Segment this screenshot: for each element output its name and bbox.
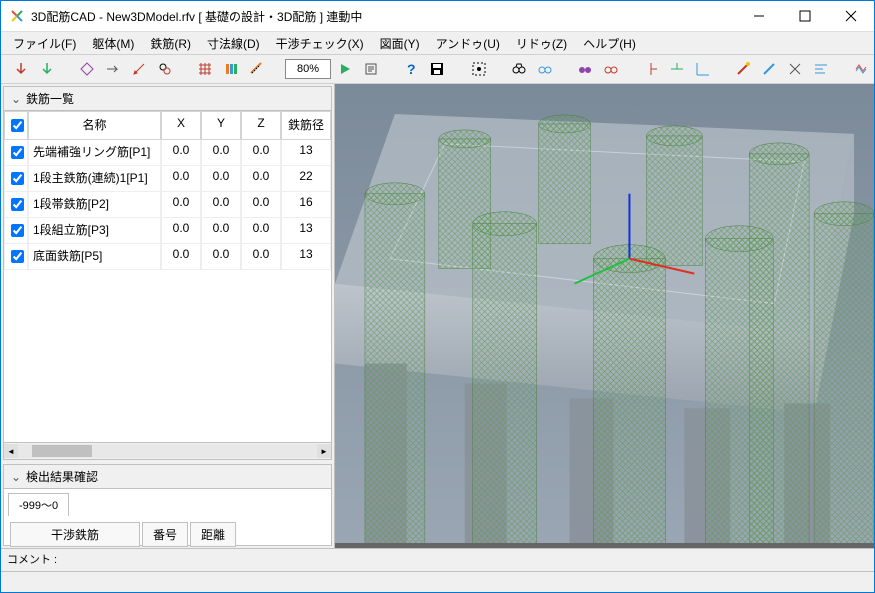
toolbar-group-find2 [569, 57, 627, 81]
arrow-down-green-icon[interactable] [35, 57, 59, 81]
col-z[interactable]: Z [241, 111, 281, 140]
menu-redo[interactable]: リドゥ(Z) [508, 33, 575, 54]
scroll-thumb[interactable] [32, 445, 92, 457]
header-check[interactable] [4, 111, 28, 140]
result-col2[interactable]: 番号 [142, 522, 188, 547]
result-header[interactable]: ⌄ 検出結果確認 [4, 465, 331, 489]
menu-file[interactable]: ファイル(F) [5, 33, 84, 54]
rebar-grid: 名称 X Y Z 鉄筋径 先端補強リング筋[P1] 0.0 0.0 [4, 111, 331, 270]
toolbar-group-help: ? [395, 57, 453, 81]
menu-body[interactable]: 躯体(M) [84, 33, 142, 54]
rebar-list-body: 名称 X Y Z 鉄筋径 先端補強リング筋[P1] 0.0 0.0 [4, 111, 331, 442]
main-area: ⌄ 鉄筋一覧 名称 X Y Z 鉄筋径 [1, 84, 874, 548]
wand1-icon[interactable] [731, 57, 755, 81]
wand3-icon[interactable] [783, 57, 807, 81]
toolbar-group-grid [189, 57, 273, 81]
toolbar-group-draw [727, 57, 837, 81]
rainbow-icon[interactable] [849, 57, 873, 81]
close-button[interactable] [828, 1, 874, 31]
result-panel: ⌄ 検出結果確認 -999～0 干渉鉄筋 番号 距離 [3, 464, 332, 546]
result-body: -999～0 干渉鉄筋 番号 距離 [4, 489, 331, 553]
columns-icon[interactable] [219, 57, 243, 81]
toolbar-group-arrows [5, 57, 63, 81]
col-name[interactable]: 名称 [28, 111, 161, 140]
row-check[interactable] [11, 146, 24, 159]
result-title: 検出結果確認 [26, 468, 98, 485]
toolbar-group-zoom: 80% [281, 57, 387, 81]
result-table: 干渉鉄筋 番号 距離 [8, 520, 238, 549]
arrow-down-red-icon[interactable] [9, 57, 33, 81]
app-icon [9, 8, 25, 24]
axis3-icon[interactable] [691, 57, 715, 81]
edit3-icon[interactable] [127, 57, 151, 81]
result-tab[interactable]: -999～0 [8, 493, 69, 516]
zoom-input[interactable]: 80% [285, 59, 331, 79]
row-check[interactable] [11, 172, 24, 185]
edit4-icon[interactable] [153, 57, 177, 81]
wand2-icon[interactable] [757, 57, 781, 81]
minimize-button[interactable] [736, 1, 782, 31]
toolbar-group-view1 [463, 57, 495, 81]
grid-icon[interactable] [193, 57, 217, 81]
toolbar-group-edit [71, 57, 181, 81]
menu-drawing[interactable]: 図面(Y) [372, 33, 428, 54]
note-icon[interactable] [359, 57, 383, 81]
toolbar: 80% ? [1, 55, 874, 84]
rebar-list-header[interactable]: ⌄ 鉄筋一覧 [4, 87, 331, 111]
toolbar-group-display [845, 57, 875, 81]
scroll-right-arrow[interactable]: ► [317, 444, 331, 458]
viewport-3d[interactable] [335, 84, 874, 548]
app-window: 3D配筋CAD - New3DModel.rfv [ 基礎の設計・3D配筋 ] … [0, 0, 875, 593]
scene-3d [335, 84, 874, 543]
comment-label: コメント : [7, 554, 57, 566]
zoom-value: 80% [297, 63, 319, 75]
help-icon[interactable]: ? [399, 57, 423, 81]
menu-rebar[interactable]: 鉄筋(R) [142, 33, 199, 54]
scroll-track[interactable] [18, 444, 317, 458]
binoculars2-icon[interactable] [533, 57, 557, 81]
col-diameter[interactable]: 鉄筋径 [281, 111, 331, 140]
measure-icon[interactable] [245, 57, 269, 81]
rebar-list-panel: ⌄ 鉄筋一覧 名称 X Y Z 鉄筋径 [3, 86, 332, 460]
menu-interference[interactable]: 干渉チェック(X) [268, 33, 372, 54]
edit1-icon[interactable] [75, 57, 99, 81]
toolbar-group-find [503, 57, 561, 81]
result-col1[interactable]: 干渉鉄筋 [10, 522, 140, 547]
fit-icon[interactable] [467, 57, 491, 81]
menu-undo[interactable]: アンドゥ(U) [428, 33, 508, 54]
status-bar [1, 571, 874, 592]
binoculars1-icon[interactable] [507, 57, 531, 81]
titlebar: 3D配筋CAD - New3DModel.rfv [ 基礎の設計・3D配筋 ] … [1, 1, 874, 32]
result-col3[interactable]: 距離 [190, 522, 236, 547]
menubar: ファイル(F) 躯体(M) 鉄筋(R) 寸法線(D) 干渉チェック(X) 図面(… [1, 32, 874, 55]
rebar-list-title: 鉄筋一覧 [26, 90, 74, 107]
align-icon[interactable] [809, 57, 833, 81]
row-check[interactable] [11, 224, 24, 237]
check-all[interactable] [11, 119, 24, 132]
save-icon[interactable] [425, 57, 449, 81]
menu-help[interactable]: ヘルプ(H) [575, 33, 644, 54]
scroll-left-arrow[interactable]: ◄ [4, 444, 18, 458]
toolbar-group-axis [635, 57, 719, 81]
play-icon[interactable] [333, 57, 357, 81]
menu-dimension[interactable]: 寸法線(D) [199, 33, 268, 54]
binoculars4-icon[interactable] [599, 57, 623, 81]
row-check[interactable] [11, 198, 24, 211]
col-x[interactable]: X [161, 111, 201, 140]
maximize-button[interactable] [782, 1, 828, 31]
col-y[interactable]: Y [201, 111, 241, 140]
window-title: 3D配筋CAD - New3DModel.rfv [ 基礎の設計・3D配筋 ] … [31, 8, 736, 25]
chevron-down-icon: ⌄ [10, 470, 22, 484]
svg-text:?: ? [407, 61, 416, 77]
binoculars3-icon[interactable] [573, 57, 597, 81]
chevron-down-icon: ⌄ [10, 92, 22, 106]
horizontal-scrollbar[interactable]: ◄ ► [4, 442, 331, 459]
axis1-icon[interactable] [639, 57, 663, 81]
axis2-icon[interactable] [665, 57, 689, 81]
left-pane: ⌄ 鉄筋一覧 名称 X Y Z 鉄筋径 [1, 84, 335, 548]
row-check[interactable] [11, 250, 24, 263]
comment-bar: コメント : [1, 548, 874, 571]
edit2-icon[interactable] [101, 57, 125, 81]
